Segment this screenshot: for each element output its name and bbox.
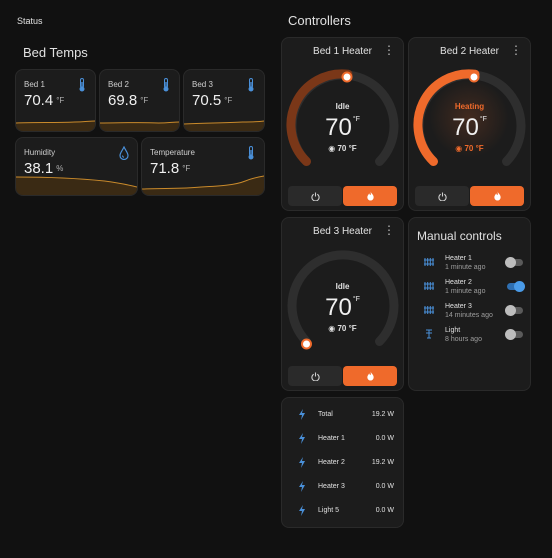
sparkline xyxy=(16,176,137,195)
item-name: Heater 1 xyxy=(445,255,472,262)
thermometer-icon xyxy=(79,78,85,92)
heat-mode-button[interactable] xyxy=(343,366,397,386)
sparkline xyxy=(16,120,95,131)
target-temp: ◉ 70 °F xyxy=(328,144,357,153)
heater-1-row[interactable]: Heater 1 1 minute ago xyxy=(417,255,523,277)
heater-3-toggle[interactable] xyxy=(505,305,523,316)
heater-2-row[interactable]: Heater 2 1 minute ago xyxy=(417,279,525,301)
setpoint-handle xyxy=(468,71,480,83)
tile-label: Bed 1 xyxy=(24,80,45,89)
tile-value: 70.4 °F xyxy=(24,92,65,109)
current-temp: 70°F xyxy=(452,114,487,141)
water-drop-icon xyxy=(119,146,129,160)
power-off-button[interactable] xyxy=(288,186,342,206)
bed-2-tile[interactable]: Bed 2 69.8 °F xyxy=(99,69,180,132)
flame-icon xyxy=(366,371,374,381)
temperature-tile[interactable]: Temperature 71.8 °F xyxy=(141,137,265,196)
heater-1-toggle[interactable] xyxy=(505,257,523,268)
thermometer-icon xyxy=(163,78,169,92)
power-icon xyxy=(310,371,320,381)
setpoint-handle xyxy=(301,338,312,350)
energy-card: Total 19.2 W Heater 1 0.0 W Heater 2 19.… xyxy=(281,397,404,528)
more-menu-icon[interactable]: ⋮ xyxy=(383,44,395,56)
power-icon xyxy=(437,191,447,201)
sparkline xyxy=(142,175,264,195)
flame-icon xyxy=(493,191,501,201)
energy-value: 19.2 W xyxy=(371,411,394,418)
tile-label: Bed 2 xyxy=(108,80,129,89)
light-row[interactable]: Light 8 hours ago xyxy=(417,327,523,349)
energy-row-total[interactable]: Total 19.2 W xyxy=(292,409,394,423)
lightning-icon xyxy=(299,481,305,492)
power-off-button[interactable] xyxy=(288,366,342,386)
energy-label: Heater 2 xyxy=(318,459,345,466)
heater-2-toggle[interactable] xyxy=(507,281,525,292)
item-time: 1 minute ago xyxy=(445,288,486,295)
radiator-icon xyxy=(424,282,434,290)
energy-row-heater-1[interactable]: Heater 1 0.0 W xyxy=(292,433,394,447)
tile-label: Bed 3 xyxy=(192,80,213,89)
status-title: Status xyxy=(17,16,43,26)
humidity-tile[interactable]: Humidity 38.1% xyxy=(15,137,138,196)
bed-2-heater-card: Bed 2 Heater ⋮ Heating 70°F ◉ 70 °F xyxy=(408,37,531,211)
manual-controls-card: Manual controls Heater 1 1 minute ago He… xyxy=(408,217,531,391)
current-temp: 70°F xyxy=(325,114,360,141)
energy-value: 19.2 W xyxy=(371,459,394,466)
power-off-button[interactable] xyxy=(415,186,469,206)
energy-label: Heater 3 xyxy=(318,483,345,490)
tile-label: Humidity xyxy=(24,148,56,157)
heater-status: Idle xyxy=(335,282,350,291)
more-menu-icon[interactable]: ⋮ xyxy=(510,44,522,56)
energy-label: Total xyxy=(318,411,333,418)
manual-controls-title: Manual controls xyxy=(417,229,502,243)
lightning-icon xyxy=(299,409,305,420)
item-time: 8 hours ago xyxy=(445,336,482,343)
tile-value: 69.8 °F xyxy=(108,92,149,109)
sparkline xyxy=(184,120,264,131)
radiator-icon xyxy=(424,258,434,266)
target-temp: ◉ 70 °F xyxy=(455,144,484,153)
controllers-title: Controllers xyxy=(288,13,351,28)
tile-label: Temperature xyxy=(150,148,195,157)
thermometer-icon xyxy=(248,78,254,92)
sparkline xyxy=(100,121,179,131)
item-name: Heater 3 xyxy=(445,303,472,310)
heat-mode-button[interactable] xyxy=(470,186,524,206)
tile-value: 70.5 °F xyxy=(192,92,233,109)
energy-value: 0.0 W xyxy=(375,435,394,442)
lamp-icon xyxy=(426,329,432,339)
thermometer-icon xyxy=(248,146,254,160)
power-icon xyxy=(310,191,320,201)
item-name: Light xyxy=(445,327,461,334)
bed-3-heater-card: Bed 3 Heater ⋮ Idle 70°F ◉ 70 °F xyxy=(281,217,404,391)
flame-icon xyxy=(366,191,374,201)
energy-row-heater-2[interactable]: Heater 2 19.2 W xyxy=(292,457,394,471)
setpoint-handle xyxy=(341,71,353,83)
lightning-icon xyxy=(299,433,305,444)
energy-row-light[interactable]: Light 5 0.0 W xyxy=(292,505,394,519)
more-menu-icon[interactable]: ⋮ xyxy=(383,224,395,236)
item-time: 14 minutes ago xyxy=(445,312,493,319)
bed-1-tile[interactable]: Bed 1 70.4 °F xyxy=(15,69,96,132)
item-time: 1 minute ago xyxy=(445,264,486,271)
heater-3-row[interactable]: Heater 3 14 minutes ago xyxy=(417,303,523,325)
energy-label: Heater 1 xyxy=(318,435,345,442)
lightning-icon xyxy=(299,505,305,516)
current-temp: 70°F xyxy=(325,294,360,321)
lightning-icon xyxy=(299,457,305,468)
bed-3-tile[interactable]: Bed 3 70.5 °F xyxy=(183,69,265,132)
radiator-icon xyxy=(424,306,434,314)
light-toggle[interactable] xyxy=(505,329,523,340)
heat-mode-button[interactable] xyxy=(343,186,397,206)
bed-1-heater-card: Bed 1 Heater ⋮ Idle 70°F ◉ 70 °F xyxy=(281,37,404,211)
energy-value: 0.0 W xyxy=(375,483,394,490)
energy-value: 0.0 W xyxy=(375,507,394,514)
heater-status: Heating xyxy=(454,102,485,111)
target-temp: ◉ 70 °F xyxy=(328,324,357,333)
energy-row-heater-3[interactable]: Heater 3 0.0 W xyxy=(292,481,394,495)
bed-temps-title: Bed Temps xyxy=(23,45,88,60)
energy-label: Light 5 xyxy=(318,507,340,514)
item-name: Heater 2 xyxy=(445,279,472,286)
heater-status: Idle xyxy=(335,102,350,111)
